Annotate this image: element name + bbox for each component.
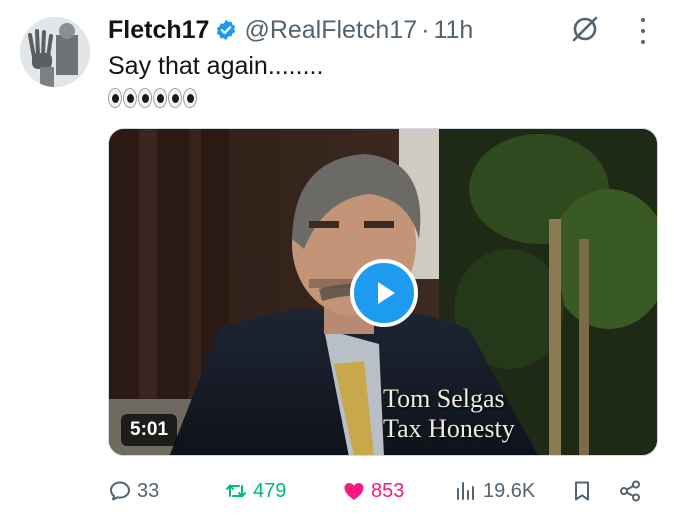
display-name[interactable]: Fletch17 — [108, 16, 209, 45]
repost-count: 479 — [253, 479, 287, 502]
avatar[interactable] — [20, 17, 90, 87]
post-header: Fletch17 @RealFletch17 · 11h — [108, 14, 473, 46]
video-duration: 5:01 — [121, 414, 178, 446]
more-icon[interactable] — [636, 18, 650, 44]
bookmark-icon — [575, 481, 589, 501]
caption-title: Tax Honesty — [383, 414, 515, 443]
verified-badge-icon — [217, 19, 236, 41]
play-button[interactable] — [350, 259, 418, 327]
bookmark-button[interactable] — [570, 476, 594, 506]
eyes-emoji-icon — [123, 88, 137, 108]
repost-button[interactable]: 479 — [224, 476, 286, 506]
views-count: 19.6K — [483, 479, 536, 502]
grok-icon[interactable] — [570, 14, 600, 44]
reply-icon — [110, 481, 130, 501]
play-icon — [378, 282, 395, 304]
user-handle[interactable]: @RealFletch17 — [244, 16, 417, 45]
like-button[interactable]: 853 — [342, 476, 404, 506]
caption-name: Tom Selgas — [383, 384, 505, 413]
eyes-emoji-icon — [108, 88, 122, 108]
views-button[interactable]: 19.6K — [454, 476, 535, 506]
eyes-emoji-icon — [138, 88, 152, 108]
eyes-emoji-icon — [183, 88, 197, 108]
post-text: Say that again........ — [108, 52, 324, 80]
reply-count: 33 — [137, 479, 160, 502]
eyes-emoji-icon — [153, 88, 167, 108]
video-player[interactable]: Tom Selgas Tax Honesty 5:01 — [108, 128, 658, 456]
separator-dot: · — [421, 15, 430, 44]
reply-button[interactable]: 33 — [108, 476, 159, 506]
views-icon — [457, 482, 474, 500]
like-icon — [344, 483, 364, 500]
action-bar: 33 479 853 19.6K — [108, 476, 648, 506]
eyes-emoji-row — [108, 88, 197, 110]
post-time[interactable]: 11h — [433, 16, 473, 45]
share-icon — [620, 480, 640, 502]
repost-icon — [226, 484, 246, 498]
eyes-emoji-icon — [168, 88, 182, 108]
like-count: 853 — [371, 479, 405, 502]
share-button[interactable] — [618, 476, 642, 506]
video-caption: Tom Selgas Tax Honesty — [383, 384, 515, 444]
